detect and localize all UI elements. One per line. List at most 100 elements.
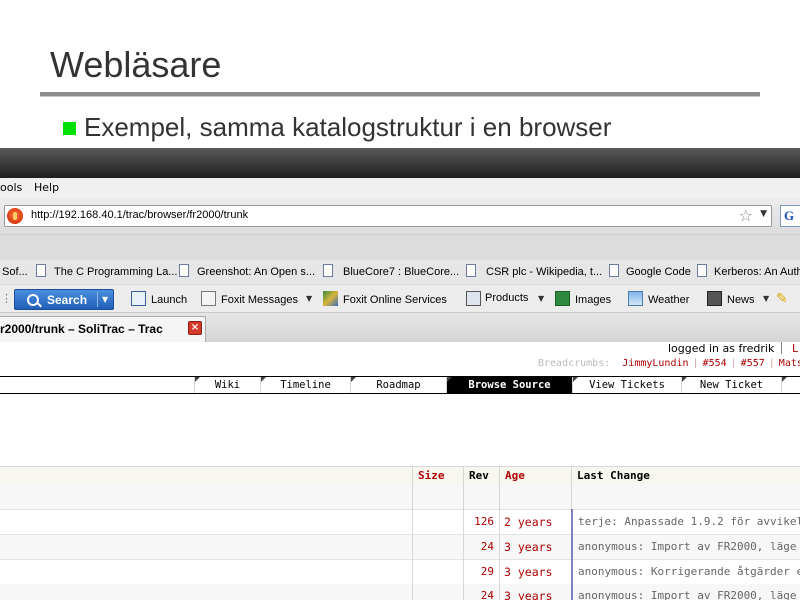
- nav-more[interactable]: [781, 377, 800, 393]
- bookmark-item[interactable]: The C Programming La...: [54, 266, 178, 278]
- highlighter-icon[interactable]: ✎: [776, 290, 788, 307]
- last-change-text: terje: Anpassade 1.9.2 för avvikelsera: [578, 515, 800, 528]
- toolbar-grip-icon: ⋮: [1, 293, 12, 305]
- window-titlebar: [0, 148, 800, 178]
- address-bar[interactable]: http://192.168.40.1/trac/browser/fr2000/…: [4, 205, 772, 227]
- breadcrumb-link[interactable]: #557: [741, 358, 765, 369]
- column-size[interactable]: Size: [418, 469, 445, 482]
- menu-help[interactable]: Help: [34, 181, 59, 194]
- breadcrumb-link[interactable]: JimmyLundin: [622, 358, 688, 369]
- foxit-messages-button[interactable]: Foxit Messages: [221, 294, 298, 306]
- navigation-toolbar: http://192.168.40.1/trac/browser/fr2000/…: [0, 198, 800, 234]
- bullet-square-icon: [63, 122, 76, 135]
- table-row[interactable]: 24 3 years anonymous: Import av FR2000, …: [0, 535, 800, 560]
- tab-title: r2000/trunk – SoliTrac – Trac: [0, 322, 163, 336]
- foxit-online-button[interactable]: Foxit Online Services: [343, 294, 447, 306]
- foxit-online-icon: [323, 291, 338, 306]
- bookmark-star-icon[interactable]: ☆: [739, 206, 753, 225]
- bookmark-item[interactable]: Greenshot: An Open s...: [197, 266, 315, 278]
- table-row[interactable]: 24 3 years anonymous: Import av FR2000, …: [0, 584, 800, 600]
- column-divider: [412, 466, 413, 600]
- last-change-text: anonymous: Import av FR2000, läge sc: [578, 540, 800, 553]
- breadcrumb-link[interactable]: #554: [703, 358, 727, 369]
- launch-icon: [131, 291, 146, 306]
- table-header: Size Rev Age Last Change: [0, 466, 800, 486]
- bookmarks-bar: Sof... The C Programming La... Greenshot…: [0, 260, 800, 284]
- bookmark-item[interactable]: Google Code: [626, 266, 691, 278]
- meta-nav-link[interactable]: L: [792, 342, 798, 355]
- search-button-label: Search: [47, 293, 88, 307]
- search-dropdown-icon[interactable]: ▼: [102, 295, 108, 304]
- google-icon: G: [784, 208, 795, 223]
- search-toolbar: ⋮ Search ▼ Launch Foxit Messages ▼ Foxit…: [0, 284, 800, 313]
- bookmark-item[interactable]: CSR plc - Wikipedia, t...: [486, 266, 602, 278]
- products-icon: [466, 291, 481, 306]
- column-last-change[interactable]: Last Change: [577, 469, 650, 482]
- launch-button[interactable]: Launch: [151, 294, 187, 306]
- breadcrumbs-label: Breadcrumbs:: [538, 358, 611, 369]
- news-button[interactable]: News: [727, 294, 755, 306]
- last-change-text: anonymous: Import av FR2000, läge sc: [578, 589, 800, 600]
- bookmark-item[interactable]: Kerberos: An Auth: [714, 266, 800, 278]
- page-icon: [36, 264, 46, 277]
- nav-new-ticket[interactable]: New Ticket: [681, 377, 781, 393]
- column-divider: [463, 466, 464, 600]
- browser-screenshot: ools Help http://192.168.40.1/trac/brows…: [0, 148, 800, 600]
- menu-bar: ools Help: [0, 178, 800, 198]
- products-button[interactable]: Products: [485, 292, 528, 304]
- menu-tools[interactable]: ools: [0, 181, 22, 194]
- bullet-text: Exempel, samma katalogstruktur i en brow…: [84, 112, 612, 142]
- url-text[interactable]: http://192.168.40.1/trac/browser/fr2000/…: [31, 209, 248, 221]
- breadcrumb-link[interactable]: Mats: [779, 358, 800, 369]
- bookmark-item[interactable]: Sof...: [2, 266, 28, 278]
- last-change-text: anonymous: Korrigerande åtgärder eft: [578, 565, 800, 578]
- page-icon: [609, 264, 619, 277]
- age-link[interactable]: 3 years: [504, 540, 552, 554]
- bookmark-item[interactable]: BlueCore7 : BlueCore...: [343, 266, 459, 278]
- rev-link[interactable]: 29: [481, 565, 494, 578]
- images-button[interactable]: Images: [575, 294, 611, 306]
- tab-active[interactable]: r2000/trunk – SoliTrac – Trac ×: [0, 316, 206, 343]
- images-icon: [555, 291, 570, 306]
- column-rev[interactable]: Rev: [469, 469, 489, 482]
- age-link[interactable]: 3 years: [504, 565, 552, 579]
- weather-button[interactable]: Weather: [648, 294, 689, 306]
- nav-browse-source[interactable]: Browse Source: [446, 377, 572, 393]
- search-button[interactable]: Search ▼: [14, 289, 114, 310]
- table-row[interactable]: 29 3 years anonymous: Korrigerande åtgär…: [0, 560, 800, 585]
- search-icon: [27, 294, 39, 306]
- site-favicon-icon: [7, 208, 23, 224]
- nav-view-tickets[interactable]: View Tickets: [572, 377, 681, 393]
- rev-link[interactable]: 126: [474, 515, 494, 528]
- nav-wiki[interactable]: Wiki: [194, 377, 260, 393]
- weather-icon: [628, 291, 643, 306]
- title-divider: [40, 92, 760, 97]
- table-row[interactable]: 126 2 years terje: Anpassade 1.9.2 för a…: [0, 510, 800, 535]
- nav-timeline[interactable]: Timeline: [260, 377, 350, 393]
- slide-title: Webläsare: [50, 44, 222, 85]
- news-dropdown-icon[interactable]: ▼: [763, 294, 769, 303]
- tab-close-icon[interactable]: ×: [188, 321, 202, 335]
- google-search-box[interactable]: G: [780, 205, 800, 227]
- url-history-dropdown-icon[interactable]: ▼: [760, 209, 767, 219]
- foxit-messages-dropdown-icon[interactable]: ▼: [306, 294, 312, 303]
- products-dropdown-icon[interactable]: ▼: [538, 294, 544, 303]
- logged-in-status: logged in as fredrik: [668, 342, 775, 355]
- tab-strip: r2000/trunk – SoliTrac – Trac ×: [0, 312, 800, 343]
- page-icon: [697, 264, 707, 277]
- table-row-parent[interactable]: [0, 485, 800, 510]
- news-icon: [707, 291, 722, 306]
- foxit-messages-icon: [201, 291, 216, 306]
- age-link[interactable]: 3 years: [504, 589, 552, 600]
- rev-link[interactable]: 24: [481, 589, 494, 600]
- column-divider: [499, 466, 500, 600]
- page-icon: [179, 264, 189, 277]
- divider: [97, 292, 98, 307]
- rev-link[interactable]: 24: [481, 540, 494, 553]
- breadcrumbs: Breadcrumbs: JimmyLundin | #554 | #557 | Mats: [538, 358, 800, 369]
- column-age[interactable]: Age: [505, 469, 525, 482]
- age-link[interactable]: 2 years: [504, 515, 552, 529]
- nav-roadmap[interactable]: Roadmap: [350, 377, 446, 393]
- trac-page: logged in as fredrik L Breadcrumbs: Jimm…: [0, 342, 800, 600]
- empty-toolbar-row: [0, 234, 800, 261]
